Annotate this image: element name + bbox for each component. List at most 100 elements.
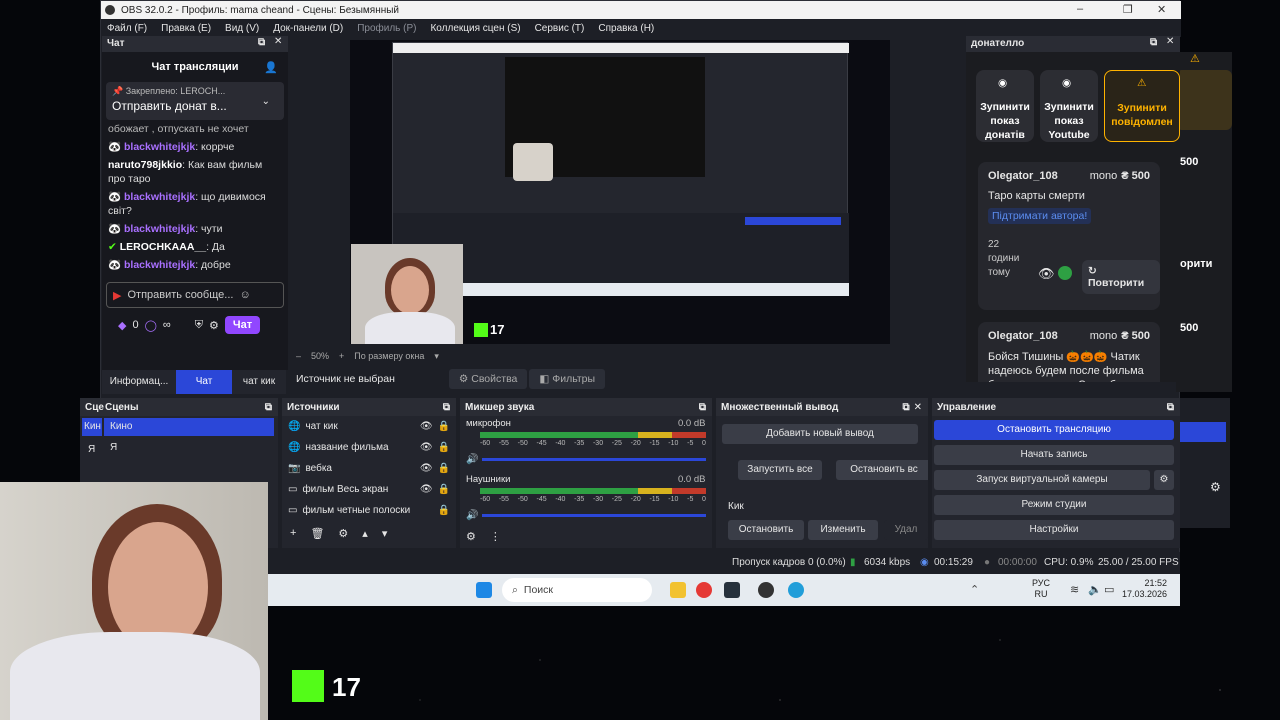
tab-kick-chat[interactable]: чат кик <box>232 370 286 394</box>
menu-profile[interactable]: Профиль (P) <box>357 23 416 34</box>
scene-item-cropped[interactable]: Кин <box>82 418 102 436</box>
repeat-button[interactable]: ↻ Повторити <box>1082 260 1160 294</box>
volume-icon[interactable]: 🔈 <box>1088 583 1102 596</box>
edit-output-button[interactable]: Изменить <box>808 520 878 540</box>
chrome-icon[interactable] <box>696 582 712 598</box>
stop-all-button[interactable]: Остановить вс <box>836 460 928 480</box>
float-icon[interactable]: ⧉ <box>1167 402 1174 413</box>
menu-docks[interactable]: Док-панели (D) <box>273 23 343 34</box>
chevron-down-icon[interactable]: ▾ <box>434 351 439 362</box>
stop-youtube-button[interactable]: ◉ Зупинити показ Youtube <box>1040 70 1098 142</box>
close-dock-icon[interactable]: ✕ <box>914 402 922 413</box>
users-icon[interactable]: 👤 <box>264 61 278 74</box>
settings-button[interactable]: Настройки <box>934 520 1174 540</box>
maximize-icon[interactable]: ❐ <box>1123 3 1133 16</box>
scene-item[interactable]: Кино <box>104 418 274 436</box>
pinned-message[interactable]: 📌 Закреплено: LEROCH... Отправить донат … <box>106 82 284 120</box>
lock-icon[interactable]: 🔒 <box>438 463 450 474</box>
add-output-button[interactable]: Добавить новый вывод <box>722 424 918 444</box>
stop-messages-button[interactable]: ⚠ Зупинити повідомлен <box>1104 70 1180 142</box>
tab-info[interactable]: Информац... <box>102 370 176 394</box>
source-row[interactable]: ▭ фильм Весь экран 👁 🔒 <box>282 479 456 500</box>
settings-icon[interactable]: ⚙ <box>209 319 219 332</box>
start-all-button[interactable]: Запустить все <box>738 460 822 480</box>
float-icon[interactable]: ⧉ <box>443 402 450 413</box>
chat-user[interactable]: LEROCHKAAA__ <box>120 241 206 253</box>
emoji-icon[interactable]: ☺ <box>239 289 250 301</box>
close-dock-icon[interactable]: ✕ <box>274 36 282 47</box>
zoom-out-icon[interactable]: – <box>296 351 301 361</box>
properties-button[interactable]: ⚙ Свойства <box>448 369 528 389</box>
scene-item-cropped[interactable]: Я <box>88 444 95 455</box>
tray-chevron-icon[interactable]: ⌃ <box>970 583 979 596</box>
virtual-camera-button[interactable]: Запуск виртуальной камеры <box>934 470 1150 490</box>
float-icon[interactable]: ⧉ <box>902 402 909 413</box>
source-row[interactable]: 🌐 название фильма 👁 🔒 <box>282 437 456 458</box>
eye-icon[interactable]: 👁 <box>420 484 433 495</box>
add-icon[interactable]: + <box>290 527 296 540</box>
chat-input[interactable]: ▶ Отправить сообще... ☺ <box>106 282 284 308</box>
support-author-link[interactable]: Підтримати автора! <box>988 208 1092 224</box>
filters-button[interactable]: ◧ Фильтры <box>529 369 606 389</box>
gear-icon[interactable]: ⚙ <box>338 527 348 540</box>
chat-user[interactable]: blackwhitejkjk <box>124 223 195 235</box>
stop-stream-button[interactable]: Остановить трансляцию <box>934 420 1174 440</box>
chevron-down-icon[interactable]: ⌄ <box>262 96 270 107</box>
menu-file[interactable]: Файл (F) <box>107 23 147 34</box>
chat-user[interactable]: blackwhitejkjk <box>124 191 195 203</box>
stop-output-button[interactable]: Остановить <box>728 520 804 540</box>
source-row[interactable]: 📷 вебка 👁 🔒 <box>282 458 456 479</box>
float-icon[interactable]: ⧉ <box>1150 37 1157 48</box>
more-icon[interactable]: ⋮ <box>490 530 501 543</box>
chat-user[interactable]: naruto798jkkio <box>108 159 182 171</box>
file-explorer-icon[interactable] <box>670 582 686 598</box>
start-record-button[interactable]: Начать запись <box>934 445 1174 465</box>
menu-tools[interactable]: Сервис (T) <box>535 23 585 34</box>
trash-icon[interactable]: 🗑 <box>310 527 324 540</box>
stop-donates-button[interactable]: ◉ Зупинити показ донатів <box>976 70 1034 142</box>
eye-icon[interactable]: 👁 <box>1038 266 1055 282</box>
speaker-icon[interactable]: 🔊 <box>466 510 478 521</box>
menu-scene-collection[interactable]: Коллекция сцен (S) <box>430 23 520 34</box>
move-up-icon[interactable]: ▴ <box>362 527 368 540</box>
lock-icon[interactable]: 🔒 <box>438 442 450 453</box>
chat-send-button[interactable]: Чат <box>224 316 261 334</box>
eye-icon[interactable]: 👁 <box>420 442 433 453</box>
chat-user[interactable]: blackwhitejkjk <box>124 141 195 153</box>
volume-slider[interactable] <box>482 514 706 517</box>
menu-edit[interactable]: Правка (E) <box>161 23 211 34</box>
menu-help[interactable]: Справка (H) <box>598 23 654 34</box>
tab-chat[interactable]: Чат <box>176 370 232 394</box>
lock-icon[interactable]: 🔒 <box>438 421 450 432</box>
lock-icon[interactable]: 🔒 <box>438 505 450 516</box>
float-icon[interactable]: ⧉ <box>265 402 272 413</box>
close-icon[interactable]: ✕ <box>1157 3 1166 16</box>
lock-icon[interactable]: 🔒 <box>438 484 450 495</box>
eye-icon[interactable]: 👁 <box>420 421 433 432</box>
float-icon[interactable]: ⧉ <box>258 37 265 48</box>
float-icon[interactable]: ⧉ <box>699 402 706 413</box>
wifi-icon[interactable]: ≋ <box>1070 583 1079 596</box>
battery-icon[interactable]: ▭ <box>1104 583 1114 596</box>
source-row[interactable]: 🌐 чат кик 👁 🔒 <box>282 416 456 437</box>
app-icon[interactable] <box>724 582 740 598</box>
close-dock-icon[interactable]: ✕ <box>1166 36 1174 47</box>
menu-view[interactable]: Вид (V) <box>225 23 259 34</box>
chat-user[interactable]: blackwhitejkjk <box>124 259 195 271</box>
speaker-icon[interactable]: 🔊 <box>466 454 478 465</box>
gear-icon[interactable]: ⚙ <box>466 530 476 543</box>
delete-output-button[interactable]: Удал <box>884 520 928 540</box>
minimize-icon[interactable]: – <box>1077 3 1083 15</box>
clock[interactable]: 21:52 17.03.2026 <box>1122 578 1167 600</box>
studio-mode-button[interactable]: Режим студии <box>934 495 1174 515</box>
volume-slider[interactable] <box>482 458 706 461</box>
taskbar-search[interactable]: ⌕ Поиск <box>502 578 652 602</box>
virtual-camera-settings-icon[interactable]: ⚙ <box>1154 470 1174 490</box>
scene-item[interactable]: Я <box>110 442 117 453</box>
shield-icon[interactable]: ⛨ <box>195 319 203 332</box>
start-icon[interactable] <box>476 582 492 598</box>
obs-icon[interactable] <box>758 582 774 598</box>
fit-mode[interactable]: По размеру окна <box>354 351 424 361</box>
move-down-icon[interactable]: ▾ <box>382 527 388 540</box>
source-row[interactable]: ▭ фильм четные полоски 🔒 <box>282 500 456 521</box>
